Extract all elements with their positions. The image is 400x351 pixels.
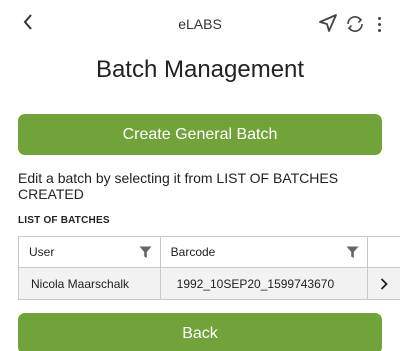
navigation-arrow-icon[interactable]	[318, 13, 338, 33]
list-of-batches-heading: LIST OF BATCHES	[18, 215, 110, 226]
app-title: eLABS	[178, 16, 222, 32]
sync-icon[interactable]	[344, 13, 366, 35]
page-title: Batch Management	[95, 56, 305, 83]
table-header-row: User Barcode	[19, 237, 400, 268]
filter-icon[interactable]	[346, 246, 359, 259]
column-header-user[interactable]: User	[19, 237, 161, 267]
create-general-batch-button[interactable]: Create General Batch	[18, 114, 382, 155]
filter-icon[interactable]	[139, 246, 152, 259]
instruction-text: Edit a batch by selecting it from LIST O…	[18, 170, 339, 202]
cell-barcode: 1992_10SEP20_1599743670	[161, 268, 369, 299]
column-header-label: Barcode	[170, 245, 216, 259]
more-vertical-icon[interactable]	[372, 13, 386, 35]
top-app-bar: eLABS	[0, 0, 400, 46]
column-header-action	[368, 237, 400, 267]
column-header-barcode[interactable]: Barcode	[161, 237, 369, 267]
cell-user: Nicola Maarschalk	[19, 268, 161, 299]
batches-table: User Barcode Nicola Maarschalk 1992_10SE…	[18, 236, 400, 300]
column-header-label: User	[29, 245, 55, 259]
chevron-right-icon[interactable]	[368, 268, 400, 299]
back-button[interactable]: Back	[18, 313, 382, 351]
table-row[interactable]: Nicola Maarschalk 1992_10SEP20_159974367…	[19, 268, 400, 299]
